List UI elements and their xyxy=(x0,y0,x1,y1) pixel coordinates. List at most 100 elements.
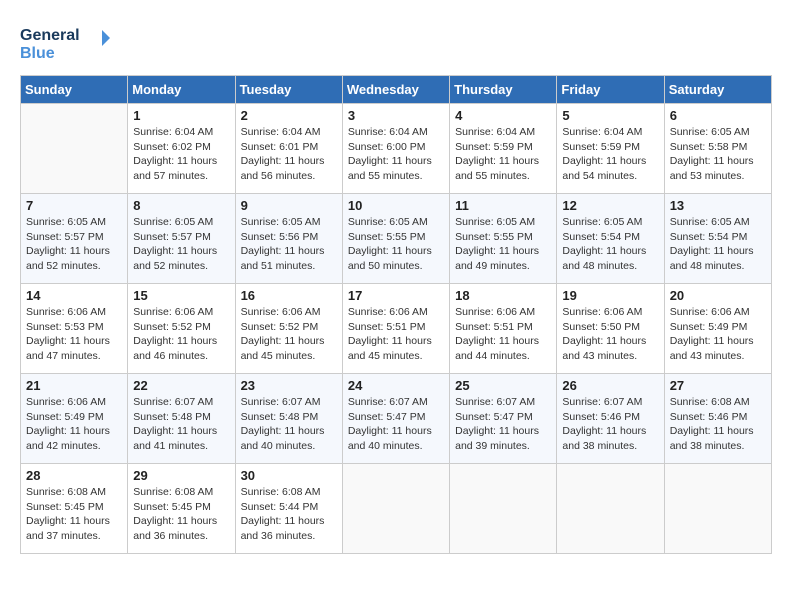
calendar-cell: 3Sunrise: 6:04 AM Sunset: 6:00 PM Daylig… xyxy=(342,104,449,194)
day-info: Sunrise: 6:04 AM Sunset: 5:59 PM Dayligh… xyxy=(562,125,658,184)
day-number: 20 xyxy=(670,288,766,303)
calendar-cell xyxy=(342,464,449,554)
day-number: 23 xyxy=(241,378,337,393)
day-info: Sunrise: 6:05 AM Sunset: 5:57 PM Dayligh… xyxy=(133,215,229,274)
day-info: Sunrise: 6:08 AM Sunset: 5:46 PM Dayligh… xyxy=(670,395,766,454)
day-number: 6 xyxy=(670,108,766,123)
calendar-cell: 16 Sunrise: 6:06 AM Sunset: 5:52 PM Dayli… xyxy=(235,284,342,374)
weekday-header: Thursday xyxy=(450,76,557,104)
calendar-cell xyxy=(21,104,128,194)
day-number: 15 xyxy=(133,288,229,303)
day-number: 7 xyxy=(26,198,122,213)
calendar-cell: 15Sunrise: 6:06 AM Sunset: 5:52 PM Dayli… xyxy=(128,284,235,374)
calendar-cell: 27 Sunrise: 6:08 AM Sunset: 5:46 PM Dayli… xyxy=(664,374,771,464)
calendar-cell xyxy=(664,464,771,554)
day-info: Sunrise: 6:05 AM Sunset: 5:56 PM Dayligh… xyxy=(241,215,337,274)
day-info: Sunrise: 6:06 AM Sunset: 5:51 PM Dayligh… xyxy=(348,305,444,364)
weekday-header: Saturday xyxy=(664,76,771,104)
calendar-cell: 29 Sunrise: 6:08 AM Sunset: 5:45 PM Dayli… xyxy=(128,464,235,554)
day-number: 2 xyxy=(241,108,337,123)
calendar-cell: 1 Sunrise: 6:04 AM Sunset: 6:02 PM Daylig… xyxy=(128,104,235,194)
calendar-body: 1 Sunrise: 6:04 AM Sunset: 6:02 PM Daylig… xyxy=(21,104,772,554)
calendar-cell: 22 Sunrise: 6:07 AM Sunset: 5:48 PM Dayli… xyxy=(128,374,235,464)
svg-text:General: General xyxy=(20,27,80,44)
calendar-cell: 10 Sunrise: 6:05 AM Sunset: 5:55 PM Dayli… xyxy=(342,194,449,284)
calendar-cell: 9 Sunrise: 6:05 AM Sunset: 5:56 PM Daylig… xyxy=(235,194,342,284)
day-info: Sunrise: 6:06 AM Sunset: 5:52 PM Dayligh… xyxy=(241,305,337,364)
day-info: Sunrise: 6:07 AM Sunset: 5:46 PM Dayligh… xyxy=(562,395,658,454)
weekday-header: Monday xyxy=(128,76,235,104)
day-info: Sunrise: 6:04 AM Sunset: 6:02 PM Dayligh… xyxy=(133,125,229,184)
calendar-week-row: 7 Sunrise: 6:05 AM Sunset: 5:57 PM Daylig… xyxy=(21,194,772,284)
day-number: 26 xyxy=(562,378,658,393)
calendar-cell: 13 Sunrise: 6:05 AM Sunset: 5:54 PM Dayli… xyxy=(664,194,771,284)
day-number: 25 xyxy=(455,378,551,393)
calendar-week-row: 21Sunrise: 6:06 AM Sunset: 5:49 PM Dayli… xyxy=(21,374,772,464)
calendar-cell: 8 Sunrise: 6:05 AM Sunset: 5:57 PM Daylig… xyxy=(128,194,235,284)
day-info: Sunrise: 6:08 AM Sunset: 5:45 PM Dayligh… xyxy=(26,485,122,544)
day-number: 10 xyxy=(348,198,444,213)
calendar-cell: 21Sunrise: 6:06 AM Sunset: 5:49 PM Dayli… xyxy=(21,374,128,464)
day-info: Sunrise: 6:05 AM Sunset: 5:54 PM Dayligh… xyxy=(670,215,766,274)
day-number: 14 xyxy=(26,288,122,303)
calendar-week-row: 1 Sunrise: 6:04 AM Sunset: 6:02 PM Daylig… xyxy=(21,104,772,194)
day-number: 9 xyxy=(241,198,337,213)
day-info: Sunrise: 6:06 AM Sunset: 5:51 PM Dayligh… xyxy=(455,305,551,364)
day-number: 4 xyxy=(455,108,551,123)
day-info: Sunrise: 6:05 AM Sunset: 5:55 PM Dayligh… xyxy=(348,215,444,274)
calendar-cell: 25Sunrise: 6:07 AM Sunset: 5:47 PM Dayli… xyxy=(450,374,557,464)
calendar-cell: 19Sunrise: 6:06 AM Sunset: 5:50 PM Dayli… xyxy=(557,284,664,374)
weekday-header: Tuesday xyxy=(235,76,342,104)
calendar-week-row: 14 Sunrise: 6:06 AM Sunset: 5:53 PM Dayli… xyxy=(21,284,772,374)
calendar-cell: 6 Sunrise: 6:05 AM Sunset: 5:58 PM Daylig… xyxy=(664,104,771,194)
day-number: 17 xyxy=(348,288,444,303)
calendar-cell: 17 Sunrise: 6:06 AM Sunset: 5:51 PM Dayli… xyxy=(342,284,449,374)
day-info: Sunrise: 6:06 AM Sunset: 5:49 PM Dayligh… xyxy=(670,305,766,364)
calendar-cell: 12Sunrise: 6:05 AM Sunset: 5:54 PM Dayli… xyxy=(557,194,664,284)
calendar-cell: 30Sunrise: 6:08 AM Sunset: 5:44 PM Dayli… xyxy=(235,464,342,554)
calendar-cell: 24 Sunrise: 6:07 AM Sunset: 5:47 PM Dayli… xyxy=(342,374,449,464)
day-info: Sunrise: 6:04 AM Sunset: 6:01 PM Dayligh… xyxy=(241,125,337,184)
day-number: 16 xyxy=(241,288,337,303)
calendar-cell: 14 Sunrise: 6:06 AM Sunset: 5:53 PM Dayli… xyxy=(21,284,128,374)
calendar-table: SundayMondayTuesdayWednesdayThursdayFrid… xyxy=(20,75,772,554)
weekday-header: Wednesday xyxy=(342,76,449,104)
calendar-cell xyxy=(450,464,557,554)
day-number: 13 xyxy=(670,198,766,213)
day-number: 5 xyxy=(562,108,658,123)
day-info: Sunrise: 6:04 AM Sunset: 6:00 PM Dayligh… xyxy=(348,125,444,184)
day-info: Sunrise: 6:04 AM Sunset: 5:59 PM Dayligh… xyxy=(455,125,551,184)
day-number: 22 xyxy=(133,378,229,393)
weekday-header: Friday xyxy=(557,76,664,104)
day-info: Sunrise: 6:05 AM Sunset: 5:58 PM Dayligh… xyxy=(670,125,766,184)
day-number: 24 xyxy=(348,378,444,393)
calendar-week-row: 28Sunrise: 6:08 AM Sunset: 5:45 PM Dayli… xyxy=(21,464,772,554)
logo-svg: General Blue xyxy=(20,20,110,65)
calendar-cell: 11 Sunrise: 6:05 AM Sunset: 5:55 PM Dayli… xyxy=(450,194,557,284)
logo: General Blue xyxy=(20,20,110,65)
calendar-cell: 2 Sunrise: 6:04 AM Sunset: 6:01 PM Daylig… xyxy=(235,104,342,194)
calendar-header-row: SundayMondayTuesdayWednesdayThursdayFrid… xyxy=(21,76,772,104)
day-number: 27 xyxy=(670,378,766,393)
day-info: Sunrise: 6:05 AM Sunset: 5:55 PM Dayligh… xyxy=(455,215,551,274)
day-number: 30 xyxy=(241,468,337,483)
day-info: Sunrise: 6:08 AM Sunset: 5:45 PM Dayligh… xyxy=(133,485,229,544)
day-number: 8 xyxy=(133,198,229,213)
calendar-cell: 20 Sunrise: 6:06 AM Sunset: 5:49 PM Dayli… xyxy=(664,284,771,374)
weekday-header: Sunday xyxy=(21,76,128,104)
day-info: Sunrise: 6:06 AM Sunset: 5:53 PM Dayligh… xyxy=(26,305,122,364)
day-info: Sunrise: 6:07 AM Sunset: 5:48 PM Dayligh… xyxy=(133,395,229,454)
calendar-cell: 7Sunrise: 6:05 AM Sunset: 5:57 PM Daylig… xyxy=(21,194,128,284)
day-number: 21 xyxy=(26,378,122,393)
svg-text:Blue: Blue xyxy=(20,45,55,62)
calendar-cell: 23Sunrise: 6:07 AM Sunset: 5:48 PM Dayli… xyxy=(235,374,342,464)
calendar-cell: 18Sunrise: 6:06 AM Sunset: 5:51 PM Dayli… xyxy=(450,284,557,374)
day-info: Sunrise: 6:07 AM Sunset: 5:47 PM Dayligh… xyxy=(348,395,444,454)
calendar-cell: 26 Sunrise: 6:07 AM Sunset: 5:46 PM Dayli… xyxy=(557,374,664,464)
day-number: 19 xyxy=(562,288,658,303)
calendar-cell: 5 Sunrise: 6:04 AM Sunset: 5:59 PM Daylig… xyxy=(557,104,664,194)
day-number: 29 xyxy=(133,468,229,483)
calendar-cell xyxy=(557,464,664,554)
day-number: 11 xyxy=(455,198,551,213)
day-number: 1 xyxy=(133,108,229,123)
